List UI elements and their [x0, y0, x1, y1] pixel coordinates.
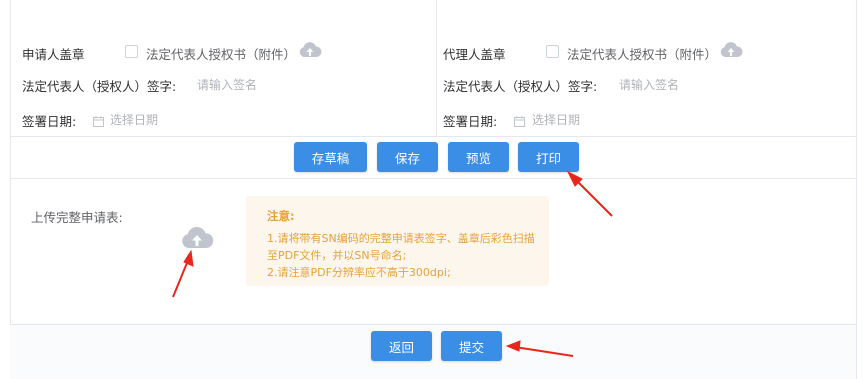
- annotation-arrows: [172, 170, 613, 357]
- print-arrow: [566, 170, 613, 217]
- upload-arrow: [172, 249, 194, 298]
- submit-arrow: [505, 340, 574, 357]
